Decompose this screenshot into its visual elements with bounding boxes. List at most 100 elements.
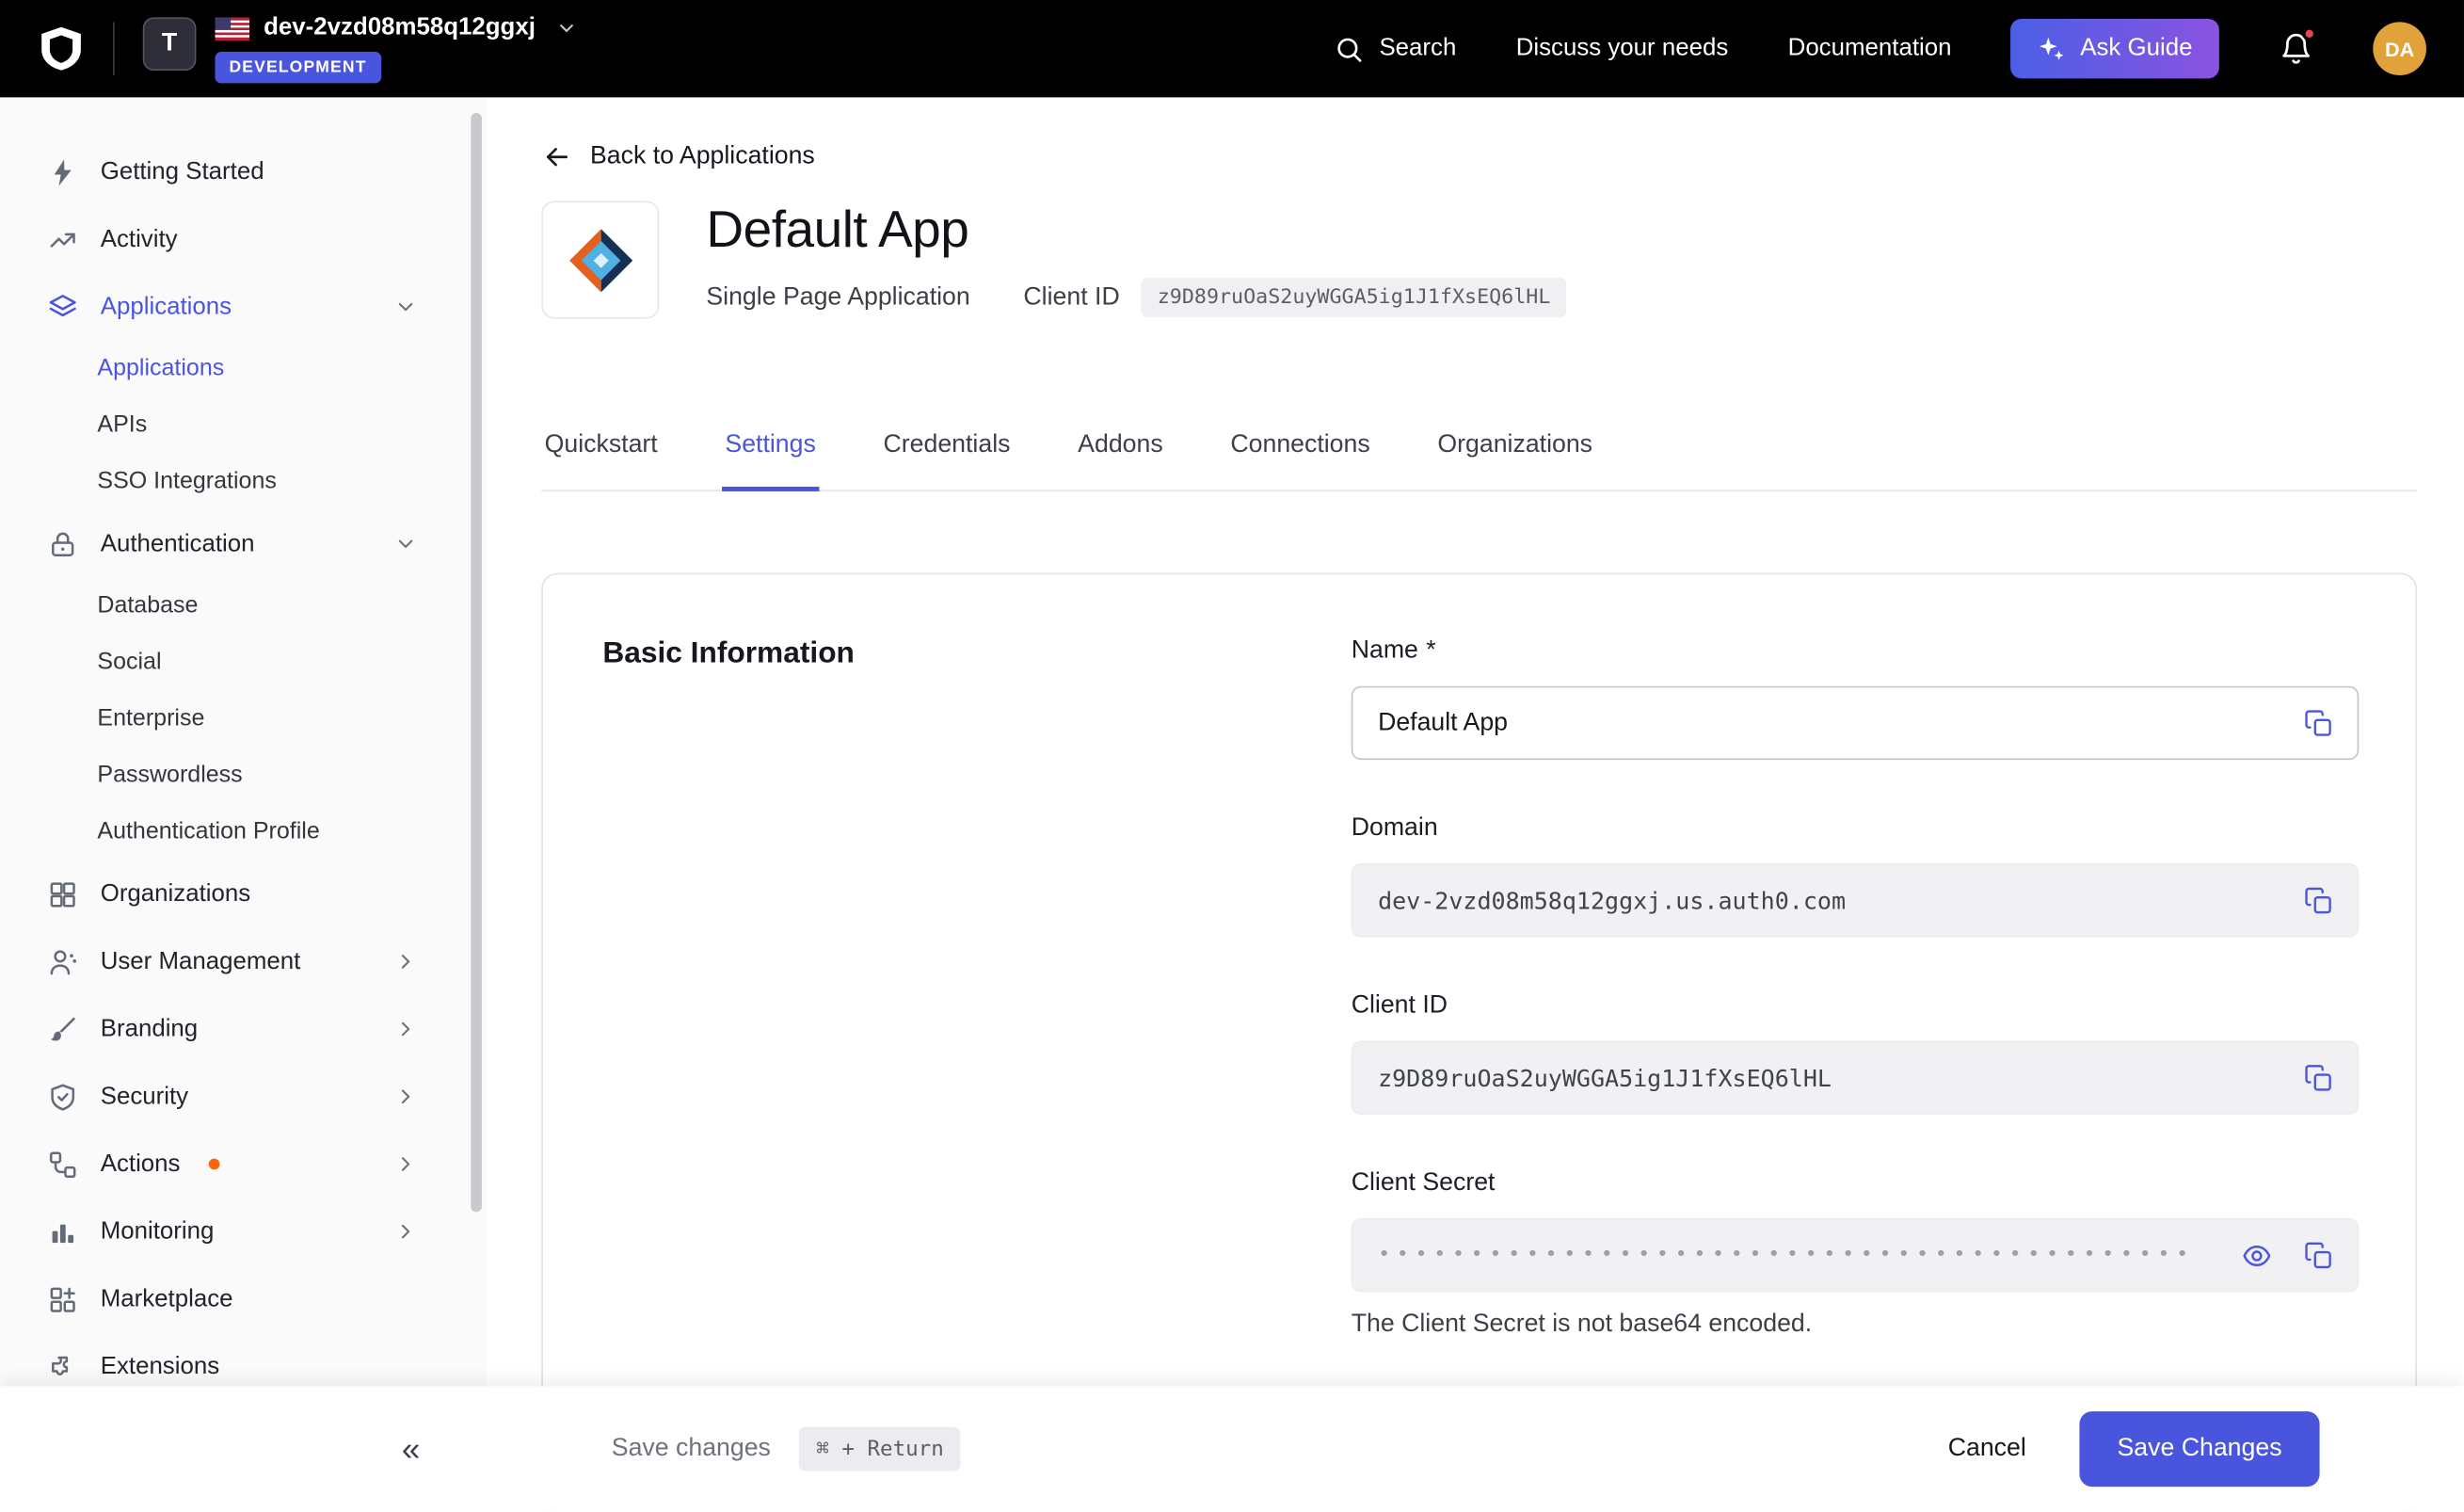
tab-settings[interactable]: Settings: [722, 410, 819, 491]
app-type-label: Single Page Application: [706, 283, 969, 312]
client-id-field-group: Client ID: [1352, 992, 2360, 1115]
copy-client-id-button[interactable]: [2299, 1058, 2339, 1098]
required-mark: *: [1426, 637, 1435, 666]
client-id-label: Client ID: [1023, 283, 1119, 312]
copy-domain-button[interactable]: [2299, 880, 2339, 920]
ask-guide-button[interactable]: Ask Guide: [2011, 19, 2219, 78]
default-app-logo-icon: [564, 224, 636, 297]
tenant-info: dev-2vzd08m58q12ggxj DEVELOPMENT: [215, 14, 577, 83]
eye-icon: [2241, 1239, 2272, 1270]
sidebar-item-monitoring[interactable]: Monitoring: [0, 1198, 487, 1265]
topbar: T dev-2vzd08m58q12ggxj DEVELOPMENT: [0, 0, 2464, 97]
search-label: Search: [1379, 35, 1456, 63]
name-label: Name: [1352, 637, 1418, 666]
notifications-button[interactable]: [2279, 31, 2313, 66]
topbar-right: Search Discuss your needs Documentation …: [1334, 19, 2426, 78]
main-content: Back to Applications Default App Single …: [487, 97, 2464, 1511]
chevron-down-icon: [556, 17, 578, 39]
sidebar-item-label: Applications: [101, 293, 232, 321]
search-icon: [1334, 34, 1364, 64]
sidebar-item-label: Extensions: [101, 1353, 219, 1381]
tenant-initial-badge: T: [143, 17, 197, 71]
sidebar-item-label: Actions: [101, 1150, 181, 1178]
documentation-link[interactable]: Documentation: [1788, 35, 1952, 63]
back-arrow-icon: [541, 141, 572, 172]
sidebar-item-activity[interactable]: Activity: [0, 205, 487, 273]
chevron-right-icon: [394, 1220, 418, 1244]
sidebar-item-marketplace[interactable]: Marketplace: [0, 1265, 487, 1333]
sidebar-subitem-enterprise[interactable]: Enterprise: [0, 691, 487, 748]
save-changes-button[interactable]: Save Changes: [2079, 1411, 2319, 1487]
sidebar-item-getting-started[interactable]: Getting Started: [0, 138, 487, 206]
copy-icon: [2304, 708, 2334, 738]
domain-label: Domain: [1352, 814, 1438, 843]
page-title: Default App: [706, 201, 1566, 258]
notification-dot: [2302, 26, 2316, 40]
shield-check-icon: [47, 1081, 78, 1112]
sidebar-item-user-management[interactable]: User Management: [0, 927, 487, 995]
sparkle-icon: [2038, 35, 2066, 63]
auth0-dashboard: T dev-2vzd08m58q12ggxj DEVELOPMENT: [0, 0, 2464, 1512]
app-header: Default App Single Page Application Clie…: [541, 201, 2464, 318]
sidebar-subitem-applications[interactable]: Applications: [0, 341, 487, 397]
sidebar-item-applications[interactable]: Applications: [0, 273, 487, 341]
sidebar-item-branding[interactable]: Branding: [0, 995, 487, 1063]
app-logo: [541, 201, 659, 318]
client-id-chip[interactable]: z9D89ruOaS2uyWGGA5ig1J1fXsEQ6lHL: [1142, 279, 1566, 318]
chevron-right-icon: [394, 1152, 418, 1176]
client-secret-label: Client Secret: [1352, 1169, 1496, 1198]
discuss-needs-link[interactable]: Discuss your needs: [1516, 35, 1729, 63]
sidebar-item-security[interactable]: Security: [0, 1063, 487, 1131]
brush-icon: [47, 1013, 78, 1044]
sidebar-item-label: Authentication: [101, 530, 255, 558]
app-header-text: Default App Single Page Application Clie…: [706, 201, 1566, 317]
sidebar-subitem-database[interactable]: Database: [0, 578, 487, 635]
layers-icon: [47, 291, 78, 322]
back-to-applications-link[interactable]: Back to Applications: [541, 141, 814, 172]
tab-bar: Quickstart Settings Credentials Addons C…: [541, 410, 2417, 491]
back-link-label: Back to Applications: [590, 143, 815, 171]
puzzle-icon: [47, 1351, 78, 1382]
collapse-sidebar-button[interactable]: «: [402, 1433, 420, 1466]
client-secret-helper: The Client Secret is not base64 encoded.: [1352, 1311, 2360, 1339]
tenant-switcher[interactable]: T dev-2vzd08m58q12ggxj DEVELOPMENT: [143, 14, 578, 83]
tab-organizations[interactable]: Organizations: [1434, 410, 1595, 491]
chevron-right-icon: [394, 950, 418, 973]
bar-chart-icon: [47, 1215, 78, 1247]
sidebar-item-extensions[interactable]: Extensions: [0, 1333, 487, 1387]
flow-icon: [47, 1149, 78, 1180]
lock-icon: [47, 528, 78, 559]
sidebar-subitem-authentication-profile[interactable]: Authentication Profile: [0, 804, 487, 861]
chevron-down-icon: [394, 295, 418, 318]
sidebar-scrollbar[interactable]: [471, 113, 482, 1212]
tab-credentials[interactable]: Credentials: [880, 410, 1014, 491]
sidebar-item-actions[interactable]: Actions: [0, 1131, 487, 1198]
sidebar-subitem-sso-integrations[interactable]: SSO Integrations: [0, 454, 487, 510]
sidebar-subitem-passwordless[interactable]: Passwordless: [0, 748, 487, 804]
copy-icon: [2304, 1240, 2334, 1270]
reveal-secret-button[interactable]: [2236, 1234, 2277, 1275]
copy-icon: [2304, 885, 2334, 915]
tab-connections[interactable]: Connections: [1227, 410, 1373, 491]
tab-quickstart[interactable]: Quickstart: [541, 410, 661, 491]
search-button[interactable]: Search: [1334, 34, 1456, 64]
environment-badge: DEVELOPMENT: [215, 52, 380, 83]
grid-icon: [47, 878, 78, 909]
name-input[interactable]: [1352, 686, 2360, 760]
sidebar-item-organizations[interactable]: Organizations: [0, 861, 487, 928]
sidebar: Getting Started Activity Applications Ap…: [0, 97, 487, 1386]
user-avatar[interactable]: DA: [2373, 22, 2426, 75]
cancel-button[interactable]: Cancel: [1948, 1435, 2026, 1463]
copy-name-button[interactable]: [2299, 703, 2339, 743]
save-bar: « Save changes ⌘ + Return Cancel Save Ch…: [0, 1386, 2464, 1511]
sidebar-subitem-apis[interactable]: APIs: [0, 397, 487, 454]
sidebar-item-label: Security: [101, 1083, 188, 1111]
tab-addons[interactable]: Addons: [1075, 410, 1166, 491]
activity-icon: [47, 224, 78, 255]
client-id-input: [1352, 1041, 2360, 1115]
topbar-divider: [113, 22, 115, 75]
sidebar-item-authentication[interactable]: Authentication: [0, 510, 487, 578]
sidebar-subitem-social[interactable]: Social: [0, 635, 487, 691]
client-secret-field-group: Client Secret: [1352, 1169, 2360, 1339]
copy-client-secret-button[interactable]: [2299, 1235, 2339, 1275]
